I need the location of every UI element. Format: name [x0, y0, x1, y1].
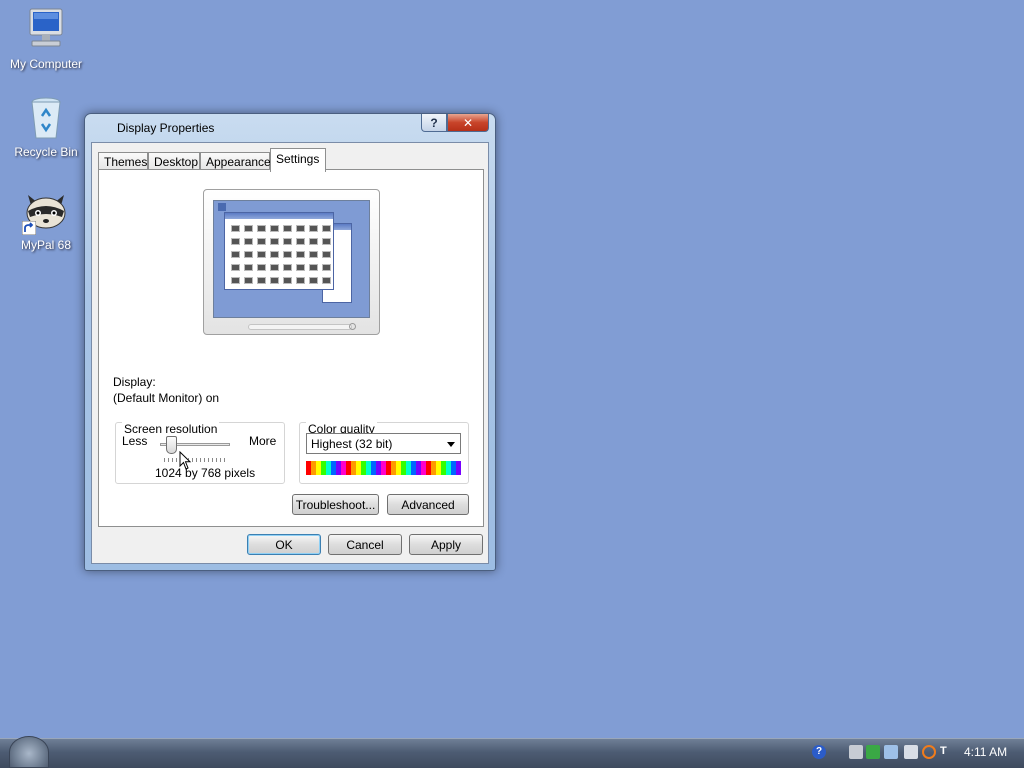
- tab-label: Appearance: [206, 155, 271, 169]
- color-spectrum-bar: [306, 461, 461, 475]
- gallery-thumbnail: [283, 238, 292, 245]
- ok-button[interactable]: OK: [247, 534, 321, 555]
- gallery-thumbnail: [296, 251, 305, 258]
- gallery-thumbnail: [296, 277, 305, 284]
- help-icon[interactable]: ?: [812, 745, 826, 759]
- mouse-cursor-icon: [179, 451, 192, 470]
- start-button[interactable]: [9, 736, 49, 768]
- desktop-icon-my-computer[interactable]: My Computer: [0, 6, 92, 71]
- gallery-thumbnail: [322, 225, 331, 232]
- recycle-bin-icon: [22, 94, 70, 142]
- gallery-thumbnail: [270, 238, 279, 245]
- monitor-icon[interactable]: [904, 745, 918, 759]
- gallery-thumbnail: [270, 264, 279, 271]
- volume-icon[interactable]: [884, 745, 898, 759]
- color-quality-dropdown[interactable]: Highest (32 bit): [306, 433, 461, 454]
- mypal-raccoon-icon: [22, 187, 70, 235]
- network-icon[interactable]: [849, 745, 863, 759]
- computer-icon: [22, 6, 70, 54]
- gallery-thumbnail: [257, 277, 266, 284]
- shortcut-arrow-icon: [22, 221, 36, 235]
- close-button[interactable]: ✕: [447, 114, 489, 132]
- display-info: Display: (Default Monitor) on: [113, 374, 219, 406]
- advanced-button[interactable]: Advanced: [387, 494, 469, 515]
- troubleshoot-button[interactable]: Troubleshoot...: [292, 494, 379, 515]
- gallery-thumbnail: [322, 251, 331, 258]
- monitor-screen: [213, 200, 370, 318]
- gallery-thumbnail: [231, 264, 240, 271]
- chevron-down-icon: [447, 442, 455, 447]
- desktop-icon-label: My Computer: [9, 57, 83, 71]
- gallery-thumbnail: [296, 264, 305, 271]
- screen-resolution-group: Screen resolution Less More 1024 by 768 …: [115, 422, 285, 484]
- gallery-thumbnail: [270, 251, 279, 258]
- gallery-thumbnail: [244, 225, 253, 232]
- gallery-thumbnail: [309, 238, 318, 245]
- gallery-thumbnail: [309, 264, 318, 271]
- taskbar-clock[interactable]: 4:11 AM: [964, 745, 1007, 759]
- resolution-slider-thumb[interactable]: [165, 436, 177, 454]
- gallery-thumbnail: [244, 238, 253, 245]
- gallery-thumbnail: [283, 225, 292, 232]
- desktop-icon-label: MyPal 68: [20, 238, 72, 252]
- tab-settings[interactable]: Settings: [270, 148, 326, 172]
- gallery-thumbnail: [322, 277, 331, 284]
- display-label: Display:: [113, 375, 156, 389]
- mini-gallery-window: [224, 212, 334, 290]
- desktop-icon-mypal[interactable]: MyPal 68: [0, 187, 92, 252]
- tab-label: Themes: [104, 155, 148, 169]
- gallery-thumbnail: [309, 277, 318, 284]
- desktop-icon-recycle-bin[interactable]: Recycle Bin: [0, 94, 92, 159]
- power-icon: [349, 323, 356, 330]
- gallery-thumbnail: [309, 225, 318, 232]
- apply-button[interactable]: Apply: [409, 534, 483, 555]
- display-value: (Default Monitor) on: [113, 391, 220, 405]
- gallery-thumbnail: [296, 238, 305, 245]
- tab-label: Settings: [276, 152, 320, 166]
- gallery-thumbnail: [244, 264, 253, 271]
- mini-desktop-icon: [218, 203, 226, 211]
- slider-ticks: [164, 458, 228, 462]
- desktop-icon-label: Recycle Bin: [14, 145, 78, 159]
- gallery-thumbnail: [231, 277, 240, 284]
- more-label: More: [249, 434, 277, 448]
- settings-tab-panel: Display: (Default Monitor) on Screen res…: [98, 169, 484, 527]
- tab-label: Desktop: [154, 155, 199, 169]
- gallery-thumbnail: [283, 251, 292, 258]
- cancel-button[interactable]: Cancel: [328, 534, 402, 555]
- gallery-thumbnail: [309, 251, 318, 258]
- gallery-thumbnail: [283, 277, 292, 284]
- help-icon: ?: [430, 115, 438, 130]
- window-title: Display Properties: [117, 121, 215, 135]
- resolution-value: 1024 by 768 pixels: [155, 466, 256, 480]
- gallery-thumbnail: [231, 225, 240, 232]
- language-icon[interactable]: T: [940, 745, 954, 759]
- gallery-thumbnail: [231, 238, 240, 245]
- gallery-thumbnail: [244, 277, 253, 284]
- monitor-preview: [203, 189, 380, 335]
- color-quality-group: Color quality Highest (32 bit): [299, 422, 469, 484]
- close-icon: ✕: [462, 115, 474, 130]
- help-button[interactable]: ?: [421, 114, 447, 132]
- search-icon[interactable]: [922, 745, 936, 759]
- gallery-thumbnail: [296, 225, 305, 232]
- less-label: Less: [122, 434, 148, 448]
- gallery-thumbnail: [244, 251, 253, 258]
- display-properties-window: Display Properties ? ✕ Themes Desktop Ap…: [84, 113, 496, 571]
- gallery-thumbnail: [257, 251, 266, 258]
- security-check-icon[interactable]: [866, 745, 880, 759]
- gallery-thumbnail: [231, 251, 240, 258]
- gallery-thumbnail: [270, 277, 279, 284]
- gallery-thumbnail: [283, 264, 292, 271]
- monitor-stand-bar: [248, 324, 352, 330]
- gallery-thumbnail: [322, 264, 331, 271]
- gallery-thumbnail: [270, 225, 279, 232]
- gallery-thumbnail: [257, 225, 266, 232]
- gallery-thumbnail: [257, 238, 266, 245]
- gallery-thumbnail: [322, 238, 331, 245]
- title-bar[interactable]: Display Properties ? ✕: [85, 114, 495, 140]
- dialog-client-area: Themes Desktop Appearance Settings Displ…: [91, 142, 489, 564]
- gallery-thumbnail: [257, 264, 266, 271]
- dropdown-value: Highest (32 bit): [311, 437, 393, 451]
